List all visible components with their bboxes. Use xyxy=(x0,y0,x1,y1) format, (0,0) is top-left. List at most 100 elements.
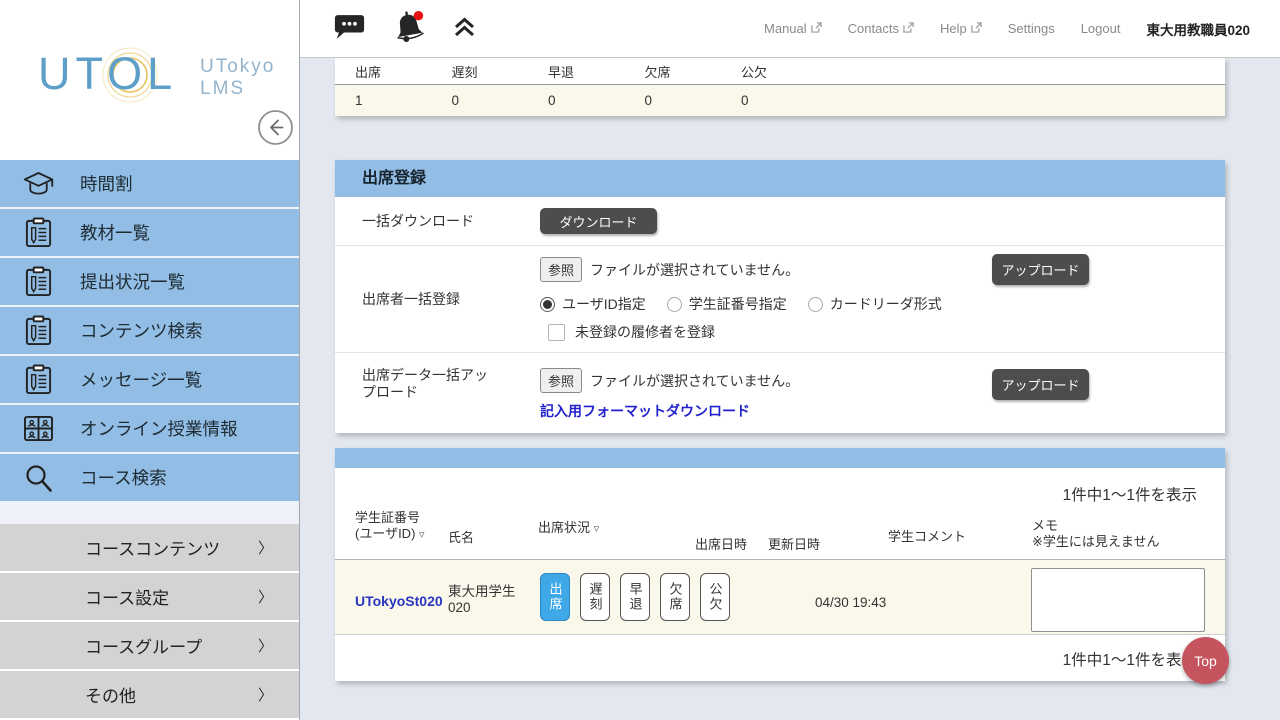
radio-user-id-label[interactable]: ユーザID指定 xyxy=(562,294,646,314)
settings-link[interactable]: Settings xyxy=(1008,21,1055,36)
status-absent-button[interactable]: 欠席 xyxy=(660,573,690,621)
sort-icon: ▿ xyxy=(419,529,425,541)
logo-area: UTOL UTokyo LMS xyxy=(0,0,299,160)
sidebar-item-timetable[interactable]: 時間割 xyxy=(0,160,299,209)
radio-student-card-number-label[interactable]: 学生証番号指定 xyxy=(689,294,787,314)
clipboard-icon xyxy=(20,266,56,297)
search-icon xyxy=(20,463,56,493)
col-memo: メモ ※学生には見えません xyxy=(1032,518,1160,550)
utokyo-lms-label: UTokyo LMS xyxy=(200,56,275,100)
col-status[interactable]: 出席状況 ▿ xyxy=(538,520,599,537)
col-attend-time: 出席日時 xyxy=(695,537,747,553)
sidebar-item-course-contents[interactable]: コースコンテンツ 〉 xyxy=(0,524,299,573)
sidebar-item-submission-status[interactable]: 提出状況一覧 xyxy=(0,258,299,307)
header-links: Manual Contacts Help Settings Logout 東大用… xyxy=(764,19,1280,39)
contacts-link[interactable]: Contacts xyxy=(848,21,914,36)
memo-textarea[interactable] xyxy=(1031,568,1205,632)
manual-link[interactable]: Manual xyxy=(764,21,822,36)
messages-button[interactable] xyxy=(334,13,365,44)
summary-col-attend: 出席 xyxy=(335,62,432,81)
sidebar-item-online-class-info[interactable]: オンライン授業情報 xyxy=(0,405,299,454)
back-arrow-circle-icon xyxy=(257,134,294,149)
collapse-header-button[interactable] xyxy=(453,17,476,41)
attend-time-value: 04/30 19:43 xyxy=(815,595,886,610)
col-update-time: 更新日時 xyxy=(768,537,820,553)
graduation-cap-icon xyxy=(20,170,56,198)
register-unenrolled-checkbox[interactable] xyxy=(548,324,565,341)
summary-col-absent: 欠席 xyxy=(625,62,722,81)
help-link[interactable]: Help xyxy=(940,21,982,36)
top-header: Manual Contacts Help Settings Logout 東大用… xyxy=(300,0,1280,58)
id-type-radio-group: ユーザID指定 学生証番号指定 カードリーダ形式 xyxy=(540,294,1225,314)
col-name: 氏名 xyxy=(448,530,474,546)
sort-icon: ▿ xyxy=(594,523,600,535)
summary-value-row: 1 0 0 0 0 xyxy=(335,85,1225,116)
clipboard-icon xyxy=(20,364,56,395)
radio-user-id[interactable] xyxy=(540,297,555,312)
sidebar-item-materials[interactable]: 教材一覧 xyxy=(0,209,299,258)
summary-col-late: 遅刻 xyxy=(432,62,529,81)
collapse-header-icon xyxy=(453,17,476,41)
notifications-button[interactable] xyxy=(391,10,427,47)
radio-student-card-number[interactable] xyxy=(667,297,682,312)
sidebar-item-course-group[interactable]: コースグループ 〉 xyxy=(0,622,299,671)
data-upload-label: 出席データ一括アップロード xyxy=(335,353,540,431)
display-count-top: 1件中1〜1件を表示 xyxy=(1063,483,1197,505)
summary-header-row: 出席 遅刻 早退 欠席 公欠 xyxy=(335,58,1225,85)
browse-button[interactable]: 参照 xyxy=(540,257,582,282)
summary-val-early-leave: 0 xyxy=(528,93,625,108)
logout-link[interactable]: Logout xyxy=(1081,21,1121,36)
chevron-right-icon: 〉 xyxy=(258,586,273,607)
student-name: 東大用学生020 xyxy=(448,584,538,616)
sidebar-item-others[interactable]: その他 〉 xyxy=(0,671,299,720)
file-select-line: 参照 ファイルが選択されていません。 アップロード xyxy=(540,365,1225,396)
table-row: UTokyoSt020 東大用学生020 出席 遅刻 早退 欠席 公欠 04/3… xyxy=(335,560,1225,635)
sidebar-item-messages[interactable]: メッセージ一覧 xyxy=(0,356,299,405)
main-content: 出席 遅刻 早退 欠席 公欠 1 0 0 0 0 出席登録 一括ダウンロード ダ… xyxy=(300,58,1280,720)
summary-val-late: 0 xyxy=(432,93,529,108)
radio-card-reader[interactable] xyxy=(808,297,823,312)
upload-button[interactable]: アップロード xyxy=(992,254,1089,285)
chevron-right-icon: 〉 xyxy=(258,635,273,656)
summary-val-excused: 0 xyxy=(721,93,818,108)
status-button-group: 出席 遅刻 早退 欠席 公欠 xyxy=(540,573,730,621)
table-header-strip xyxy=(335,448,1225,468)
bulk-download-label: 一括ダウンロード xyxy=(335,211,540,231)
scroll-to-top-button[interactable]: Top xyxy=(1182,637,1229,684)
sidebar-divider xyxy=(0,503,299,524)
messages-icon xyxy=(334,13,365,44)
status-attend-button[interactable]: 出席 xyxy=(540,573,570,621)
radio-card-reader-label[interactable]: カードリーダ形式 xyxy=(830,294,942,314)
sidebar-collapse-button[interactable] xyxy=(256,109,294,147)
sidebar-item-course-search[interactable]: コース検索 xyxy=(0,454,299,503)
bulk-download-row: 一括ダウンロード ダウンロード xyxy=(335,197,1225,246)
table-column-headers: 1件中1〜1件を表示 学生証番号 (ユーザID) ▿ 氏名 出席状況 ▿ 出席日… xyxy=(335,468,1225,560)
external-link-icon xyxy=(811,21,822,36)
file-status-text: ファイルが選択されていません。 xyxy=(590,260,799,280)
file-status-text: ファイルが選択されていません。 xyxy=(590,371,799,391)
summary-col-excused: 公欠 xyxy=(721,62,818,81)
status-excused-button[interactable]: 公欠 xyxy=(700,573,730,621)
status-early-leave-button[interactable]: 早退 xyxy=(620,573,650,621)
attendance-register-panel: 出席登録 一括ダウンロード ダウンロード 出席者一括登録 参照 ファイルが選択さ… xyxy=(335,160,1225,433)
summary-col-early-leave: 早退 xyxy=(528,62,625,81)
register-unenrolled-line: 未登録の履修者を登録 xyxy=(540,322,1225,342)
attendee-bulk-register-row: 出席者一括登録 参照 ファイルが選択されていません。 アップロード ユーザID指… xyxy=(335,246,1225,353)
sidebar-item-course-settings[interactable]: コース設定 〉 xyxy=(0,573,299,622)
format-download-link[interactable]: 記入用フォーマットダウンロード xyxy=(540,401,750,421)
student-id-link[interactable]: UTokyoSt020 xyxy=(355,593,443,609)
table-footer: 1件中1〜1件を表示 xyxy=(335,635,1225,681)
summary-val-attend: 1 xyxy=(335,93,432,108)
download-button[interactable]: ダウンロード xyxy=(540,208,657,234)
upload-button[interactable]: アップロード xyxy=(992,369,1089,400)
register-unenrolled-label[interactable]: 未登録の履修者を登録 xyxy=(575,322,715,342)
online-class-icon xyxy=(20,415,56,442)
display-count-bottom: 1件中1〜1件を表示 xyxy=(1063,648,1197,670)
col-student-id[interactable]: 学生証番号 (ユーザID) ▿ xyxy=(355,510,425,543)
chevron-right-icon: 〉 xyxy=(258,537,273,558)
status-late-button[interactable]: 遅刻 xyxy=(580,573,610,621)
col-student-comment: 学生コメント xyxy=(888,529,966,545)
browse-button[interactable]: 参照 xyxy=(540,368,582,393)
sidebar-item-content-search[interactable]: コンテンツ検索 xyxy=(0,307,299,356)
header-icon-group xyxy=(300,10,476,47)
